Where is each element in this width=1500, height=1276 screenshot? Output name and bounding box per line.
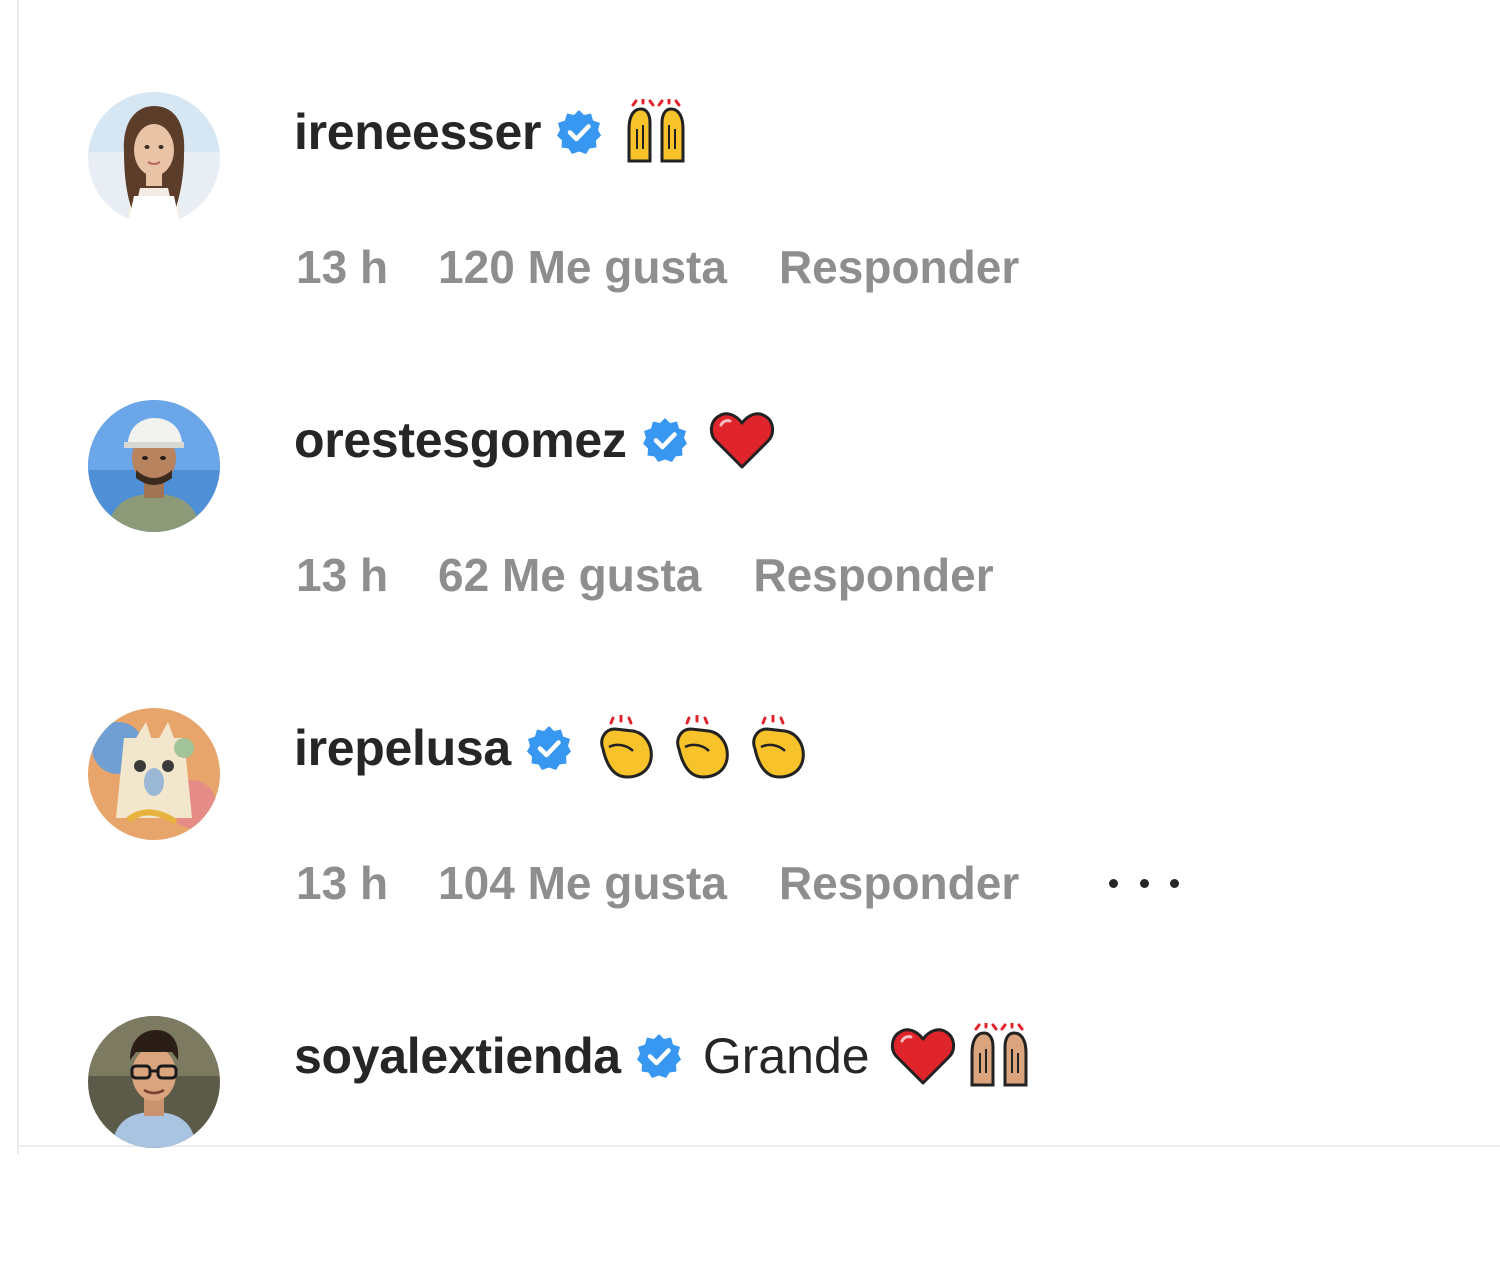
more-dot-icon <box>1170 878 1180 888</box>
comment-item: irepelusa 13 h 104 Me gusta Responder <box>88 708 1468 968</box>
clapping-hands-icon <box>669 715 735 781</box>
more-options-button[interactable] <box>1109 863 1180 903</box>
comment-time[interactable]: 13 h <box>296 240 388 294</box>
clapping-hands-icon <box>593 715 659 781</box>
like-count[interactable]: 104 Me gusta <box>438 856 727 910</box>
reply-button[interactable]: Responder <box>779 240 1019 294</box>
red-heart-icon <box>890 1023 956 1089</box>
red-heart-icon <box>709 407 775 473</box>
raising-hands-icon <box>966 1023 1032 1089</box>
username[interactable]: soyalextienda <box>294 1027 621 1085</box>
raising-hands-icon <box>623 99 689 165</box>
comment-item: ireneesser 13 h 120 Me gusta Responder <box>88 92 1468 352</box>
like-count[interactable]: 62 Me gusta <box>438 548 701 602</box>
avatar[interactable] <box>88 1016 220 1148</box>
comment-header: ireneesser <box>294 92 699 172</box>
comment-meta: 13 h 120 Me gusta Responder <box>296 232 1019 302</box>
avatar[interactable] <box>88 400 220 532</box>
username[interactable]: irepelusa <box>294 719 511 777</box>
reply-button[interactable]: Responder <box>753 548 993 602</box>
avatar[interactable] <box>88 92 220 224</box>
verified-badge-icon <box>641 416 689 464</box>
comment-header: soyalextienda Grande <box>294 1016 1042 1096</box>
more-dot-icon <box>1109 878 1119 888</box>
comment-time[interactable]: 13 h <box>296 548 388 602</box>
username[interactable]: ireneesser <box>294 103 542 161</box>
left-border <box>17 0 19 1154</box>
comment-item: orestesgomez 13 h 62 Me gusta Responder <box>88 400 1468 660</box>
reply-button[interactable]: Responder <box>779 856 1019 910</box>
comment-item: soyalextienda Grande <box>88 1016 1468 1276</box>
like-count[interactable]: 120 Me gusta <box>438 240 727 294</box>
more-dot-icon <box>1139 878 1149 888</box>
verified-badge-icon <box>635 1032 683 1080</box>
avatar[interactable] <box>88 708 220 840</box>
clapping-hands-icon <box>745 715 811 781</box>
comment-meta: 13 h 62 Me gusta Responder <box>296 540 994 610</box>
comment-header: irepelusa <box>294 708 821 788</box>
comment-text: Grande <box>702 1028 870 1084</box>
verified-badge-icon <box>525 724 573 772</box>
verified-badge-icon <box>555 108 603 156</box>
comment-time[interactable]: 13 h <box>296 856 388 910</box>
username[interactable]: orestesgomez <box>294 411 627 469</box>
comment-header: orestesgomez <box>294 400 785 480</box>
comment-meta: 13 h 104 Me gusta Responder <box>296 848 1180 918</box>
